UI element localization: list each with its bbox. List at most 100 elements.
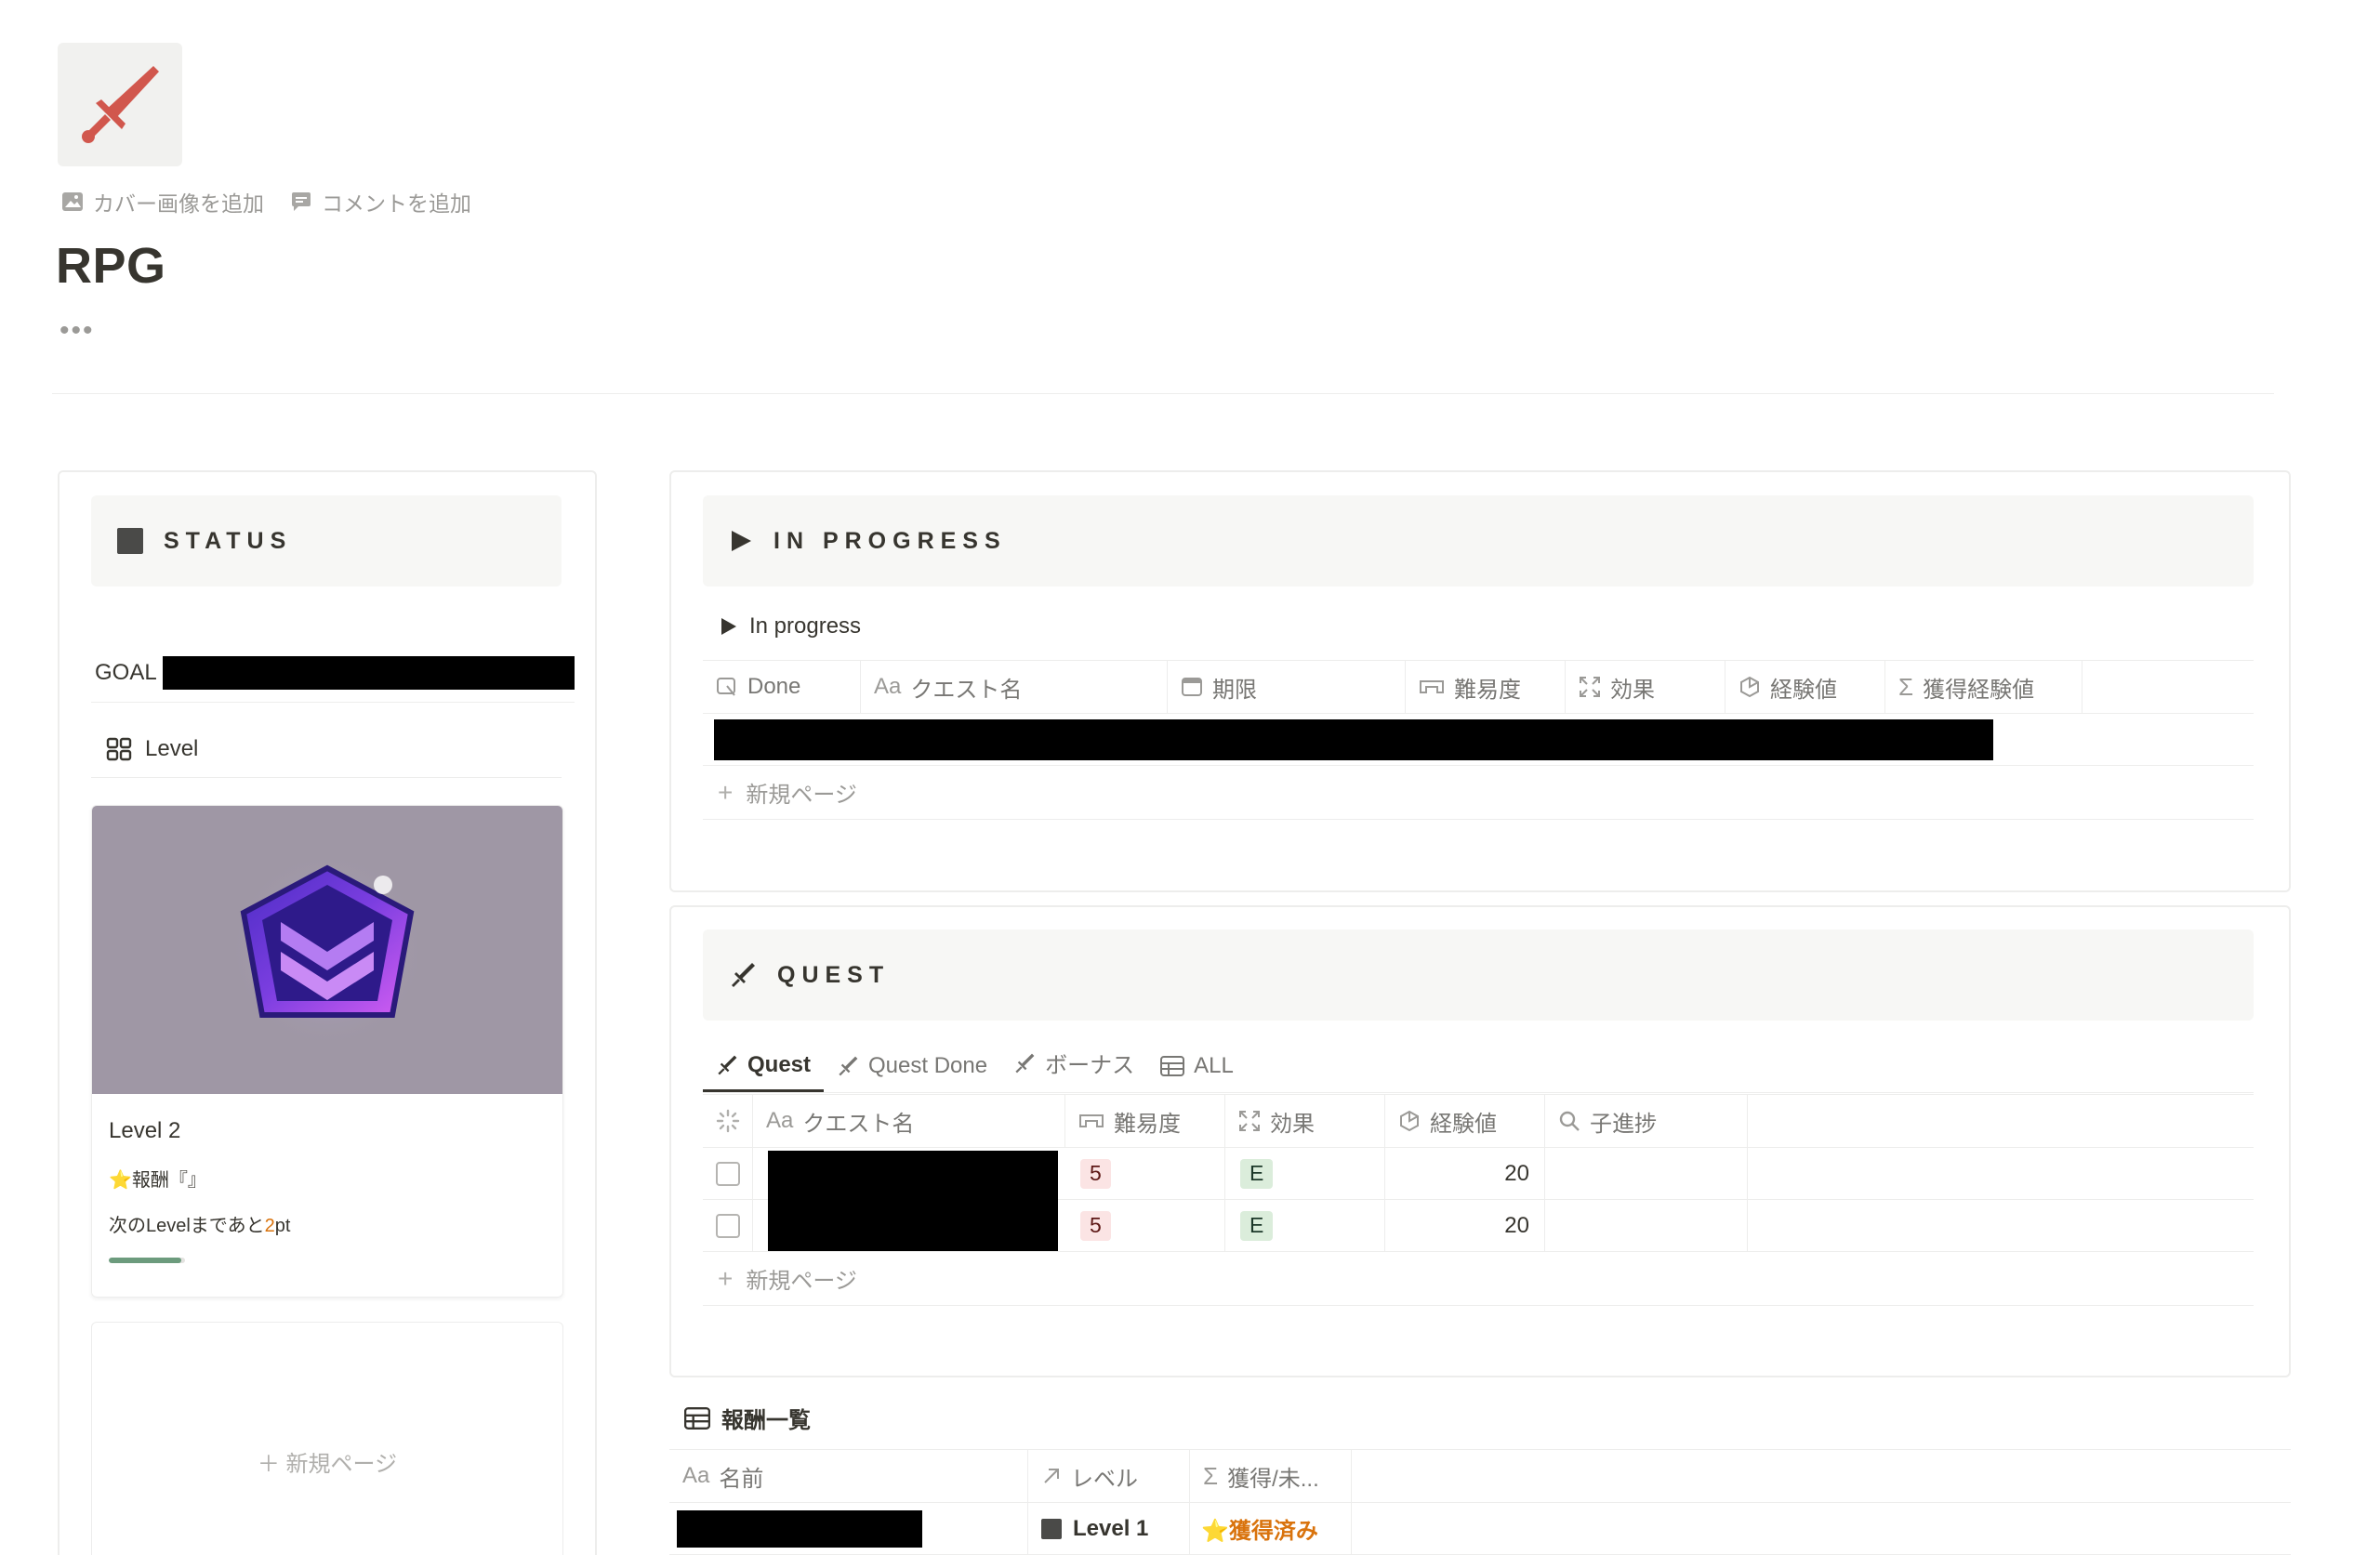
tab-quest-done[interactable]: Quest Done [824,1053,1000,1092]
page-actions: カバー画像を追加 コメントを追加 [61,186,471,217]
col-difficulty[interactable]: 難易度 [1065,1095,1225,1147]
level-card-image [92,806,562,1094]
col-quest-name-label: クエスト名 [802,1111,915,1137]
in-progress-toggle-label: In progress [749,613,862,639]
row-child-progress-cell [1545,1148,1748,1199]
level-view-label: Level [145,735,199,761]
col-difficulty-label: 難易度 [1114,1111,1181,1137]
square-icon [117,528,143,554]
col-done[interactable]: Done [703,661,861,713]
col-exp[interactable]: 経験値 [1385,1095,1545,1147]
search-icon [1559,1111,1580,1131]
status-new-card[interactable]: ＋ 新規ページ [91,1322,563,1555]
col-effect[interactable]: 効果 [1225,1095,1385,1147]
effect-tag: E [1240,1210,1274,1241]
col-status[interactable] [703,1095,753,1147]
row-checkbox[interactable] [715,1213,740,1238]
relation-arrow-icon [1044,1469,1059,1483]
col-deadline-label: 期限 [1212,677,1257,703]
col-effect-label: 効果 [1610,677,1655,703]
in-progress-toggle[interactable]: In progress [720,613,861,639]
reward-level-value: Level 1 [1073,1515,1149,1541]
in-progress-callout: IN PROGRESS [703,495,2254,586]
in-progress-header: IN PROGRESS [774,527,1007,554]
rewards-table-header: Aa 名前 レベル Σ 獲得/未... [669,1449,2291,1503]
rewards-row[interactable]: Level 1 ⭐獲得済み [669,1503,2291,1555]
col-quest-name[interactable]: Aa クエスト名 [753,1095,1065,1147]
col-gained-exp[interactable]: Σ 獲得経験値 [1885,661,2082,713]
goal-value-redacted [162,655,575,690]
level-view-tab[interactable]: Level [91,720,562,778]
tab-quest-label: Quest [747,1052,812,1077]
tab-all[interactable]: ALL [1147,1053,1247,1092]
quest-view-tabs: Quest Quest Done ボーナス ALL [703,1045,2254,1093]
quest-callout: QUEST [703,929,2254,1021]
more-options-icon[interactable]: ••• [60,317,95,345]
row-checkbox[interactable] [715,1161,740,1186]
add-comment-button[interactable]: コメントを追加 [290,186,471,217]
col-name-label: 名前 [719,1466,764,1492]
col-exp[interactable]: 経験値 [1726,661,1885,713]
difficulty-tag: 5 [1080,1210,1111,1241]
col-acquired-label: 獲得/未... [1227,1466,1319,1492]
reward-name-cell [669,1503,1028,1554]
row-effect-cell: E [1225,1200,1385,1251]
col-acquired[interactable]: Σ 獲得/未... [1190,1450,1352,1502]
formula-icon: Σ [1203,1461,1219,1490]
col-level[interactable]: レベル [1028,1450,1190,1502]
page-icon[interactable] [58,43,182,166]
level-card-reward: ⭐報酬『』 [109,1170,206,1191]
exp-value: 20 [1504,1212,1529,1238]
row-difficulty-cell: 5 [1065,1200,1225,1251]
col-done-label: Done [747,674,801,699]
calendar-icon [1182,678,1202,696]
plus-icon: + [718,1263,734,1293]
col-difficulty[interactable]: 難易度 [1406,661,1566,713]
status-callout: STATUS [91,495,562,586]
next-level-value: 2 [264,1216,275,1236]
rewards-title[interactable]: 報酬一覧 [684,1402,811,1434]
status-new-page-label: ＋ 新規ページ [257,1451,398,1477]
checkbox-prop-icon [717,678,735,696]
row-checkbox-cell [703,1200,753,1251]
col-deadline[interactable]: 期限 [1168,661,1406,713]
quest-names-redacted [768,1151,1058,1251]
row-exp-cell: 20 [1385,1148,1545,1199]
add-comment-label: コメントを追加 [322,191,471,216]
in-progress-new-page[interactable]: + 新規ページ [703,766,2254,820]
row-effect-cell: E [1225,1148,1385,1199]
expand-icon [1580,677,1600,697]
quest-new-page[interactable]: + 新規ページ [703,1252,2254,1306]
level-progress-fill [109,1258,181,1263]
level-square-icon [1041,1518,1062,1539]
level-card-next: 次のLevelまであと2pt [109,1210,562,1237]
row-difficulty-cell: 5 [1065,1148,1225,1199]
page-title[interactable]: RPG [56,237,166,295]
col-child-progress[interactable]: 子進捗 [1545,1095,1748,1147]
reward-level-cell: Level 1 [1028,1503,1190,1554]
add-cover-label: カバー画像を追加 [93,191,264,216]
sword-icon [732,963,755,987]
col-name[interactable]: Aa 名前 [669,1450,1028,1502]
formula-icon: Σ [1898,672,1914,701]
col-quest-name-label: クエスト名 [910,677,1023,703]
comment-icon [292,192,311,211]
col-quest-name[interactable]: Aa クエスト名 [861,661,1168,713]
goal-label: GOAL [95,659,157,685]
tab-bonus[interactable]: ボーナス [1000,1047,1147,1092]
in-progress-row[interactable] [703,714,2254,766]
reward-status-value: ⭐獲得済み [1201,1519,1318,1544]
play-icon [732,531,751,551]
add-cover-button[interactable]: カバー画像を追加 [61,186,264,217]
level-card-title: Level 2 [109,1118,181,1143]
select-prop-icon [1079,1114,1104,1127]
tab-quest[interactable]: Quest [703,1052,825,1092]
image-icon [62,192,83,211]
reward-name-redacted [677,1509,922,1548]
tab-quest-done-label: Quest Done [868,1053,988,1078]
text-prop-icon: Aa [874,674,902,699]
next-level-prefix: 次のLevelまであと [109,1216,265,1236]
col-effect[interactable]: 効果 [1566,661,1726,713]
level-card[interactable]: Level 2 ⭐報酬『』 次のLevelまであと2pt [91,805,563,1298]
status-prop-icon [716,1109,740,1133]
